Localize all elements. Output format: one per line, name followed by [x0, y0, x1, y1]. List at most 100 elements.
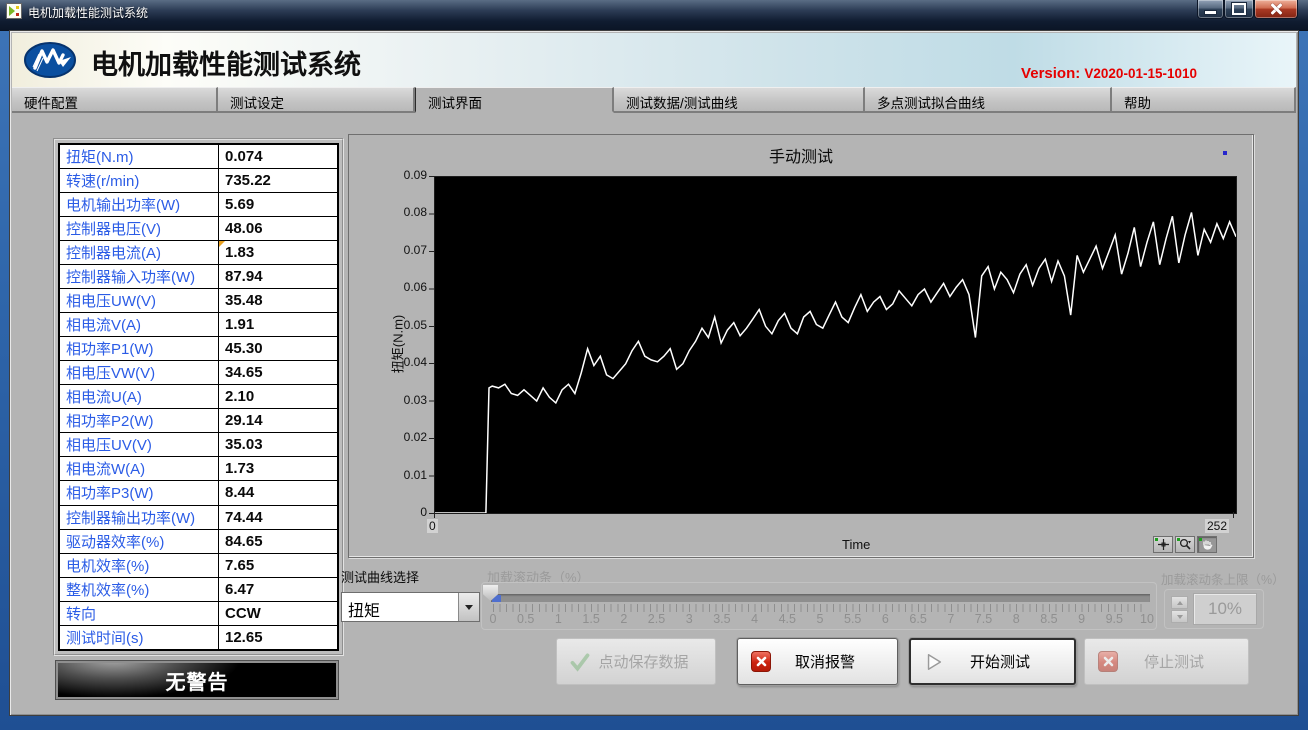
measurement-row: 相功率P2(W)29.14 — [59, 409, 338, 433]
measurement-row: 相功率P3(W)8.44 — [59, 481, 338, 505]
measurement-panel: 扭矩(N.m)0.074转速(r/min)735.22电机输出功率(W)5.69… — [53, 138, 344, 656]
measurement-row: 相电压VW(V)34.65 — [59, 361, 338, 385]
measurement-label: 电机效率(%) — [59, 553, 219, 577]
load-limit-value: 10% — [1193, 593, 1257, 625]
measurement-value: 735.22 — [219, 169, 339, 193]
x-axis-label: Time — [842, 537, 870, 552]
measurement-value: 1.83 — [219, 241, 339, 265]
button-label: 取消报警 — [771, 651, 897, 672]
measurement-table: 扭矩(N.m)0.074转速(r/min)735.22电机输出功率(W)5.69… — [58, 143, 339, 651]
stop-test-button: 停止测试 — [1084, 638, 1249, 685]
measurement-value: 5.69 — [219, 193, 339, 217]
dropdown-arrow-button[interactable] — [458, 593, 479, 621]
slider-tick-label: 9 — [1078, 612, 1085, 626]
cancel-alarm-button[interactable]: 取消报警 — [737, 638, 898, 685]
measurement-value: CCW — [219, 601, 339, 625]
chart-panel: 手动测试 扭矩(N.m) 0.090.080.070.060.050.040.0… — [348, 134, 1254, 558]
cursor-tool-button[interactable] — [1153, 536, 1173, 553]
button-label: 停止测试 — [1118, 651, 1248, 672]
tab-1[interactable]: 硬件配置 — [12, 87, 218, 113]
slider-tick-marks — [493, 604, 1147, 612]
curve-select-dropdown[interactable]: 扭矩 — [341, 592, 480, 622]
magnifier-icon — [1179, 538, 1192, 551]
tab-6[interactable]: 帮助 — [1112, 87, 1296, 113]
tab-label: 测试设定 — [230, 96, 284, 111]
measurement-value: 45.30 — [219, 337, 339, 361]
tool-indicator-dot — [1177, 538, 1180, 541]
tab-label: 测试数据/测试曲线 — [626, 96, 738, 111]
tool-indicator-dot — [1155, 538, 1158, 541]
close-button[interactable] — [1254, 0, 1298, 19]
load-limit-label: 加载滚动条上限（%） — [1161, 569, 1285, 588]
slider-tick-label: 8.5 — [1040, 612, 1057, 626]
tab-5[interactable]: 多点测试拟合曲线 — [865, 87, 1112, 113]
version-text: Version: V2020-01-15-1010 — [1021, 65, 1197, 82]
slider-groove — [491, 594, 1150, 602]
slider-tick-label: 10 — [1140, 612, 1154, 626]
tab-2[interactable]: 测试设定 — [218, 87, 415, 113]
maximize-icon — [1232, 3, 1246, 15]
measurement-row: 扭矩(N.m)0.074 — [59, 144, 338, 169]
measurement-value: 35.03 — [219, 433, 339, 457]
play-icon — [924, 652, 944, 672]
company-logo-icon — [23, 41, 77, 84]
tab-label: 多点测试拟合曲线 — [877, 96, 985, 111]
measurement-label: 转速(r/min) — [59, 169, 219, 193]
spin-up-button — [1171, 596, 1188, 609]
slider-tick-label: 0 — [490, 612, 497, 626]
measurement-value: 87.94 — [219, 265, 339, 289]
measurement-row: 相电流U(A)2.10 — [59, 385, 338, 409]
start-test-button[interactable]: 开始测试 — [909, 638, 1076, 685]
measurement-label: 相电流W(A) — [59, 457, 219, 481]
labview-app-icon — [6, 3, 22, 19]
chevron-up-icon — [1177, 601, 1183, 605]
measurement-value: 8.44 — [219, 481, 339, 505]
button-label: 点动保存数据 — [590, 651, 715, 672]
measurement-label: 测试时间(s) — [59, 625, 219, 650]
measurement-row: 驱动器效率(%)84.65 — [59, 529, 338, 553]
measurement-label: 驱动器效率(%) — [59, 529, 219, 553]
y-tick-label: 0.04 — [367, 355, 427, 369]
measurement-label: 控制器电压(V) — [59, 217, 219, 241]
hand-icon — [1201, 538, 1214, 551]
minimize-button[interactable] — [1197, 0, 1224, 19]
plot-area[interactable] — [434, 176, 1237, 514]
measurement-label: 控制器输出功率(W) — [59, 505, 219, 529]
y-tick-label: 0.03 — [367, 393, 427, 407]
y-tick-label: 0.02 — [367, 430, 427, 444]
minimize-icon — [1204, 10, 1217, 15]
measurement-row: 测试时间(s)12.65 — [59, 625, 338, 650]
measurement-label: 电机输出功率(W) — [59, 193, 219, 217]
load-limit-spinner — [1171, 596, 1188, 623]
pan-tool-button[interactable] — [1197, 536, 1217, 553]
slider-tick-label: 0.5 — [517, 612, 534, 626]
tab-label: 帮助 — [1124, 96, 1151, 111]
slider-tick-label: 7.5 — [975, 612, 992, 626]
maximize-button[interactable] — [1224, 0, 1254, 19]
tab-3[interactable]: 测试界面 — [415, 87, 614, 113]
measurement-label: 相电压UW(V) — [59, 289, 219, 313]
y-tick-label: 0.09 — [367, 168, 427, 182]
measurement-label: 相电流V(A) — [59, 313, 219, 337]
measurement-value: 6.47 — [219, 577, 339, 601]
slider-tick-label: 2 — [620, 612, 627, 626]
curve-select-label: 测试曲线选择 — [341, 567, 419, 586]
graph-tool-palette — [1153, 536, 1217, 553]
x-tick-mark — [434, 512, 435, 518]
measurement-value: 1.73 — [219, 457, 339, 481]
titlebar: 电机加载性能测试系统 — [0, 0, 1308, 31]
measurement-value: 35.48 — [219, 289, 339, 313]
y-tick-label: 0.06 — [367, 280, 427, 294]
slider-tick-label: 1 — [555, 612, 562, 626]
measurement-row: 相电流V(A)1.91 — [59, 313, 338, 337]
y-tick-label: 0 — [367, 505, 427, 519]
warning-banner: 无警告 — [56, 661, 338, 699]
slider-tick-label: 6.5 — [909, 612, 926, 626]
slider-tick-label: 5.5 — [844, 612, 861, 626]
check-icon — [570, 652, 590, 672]
zoom-tool-button[interactable] — [1175, 536, 1195, 553]
slider-tick-label: 3.5 — [713, 612, 730, 626]
measurement-value: 1.91 — [219, 313, 339, 337]
slider-tick-label: 3 — [686, 612, 693, 626]
tab-4[interactable]: 测试数据/测试曲线 — [614, 87, 865, 113]
